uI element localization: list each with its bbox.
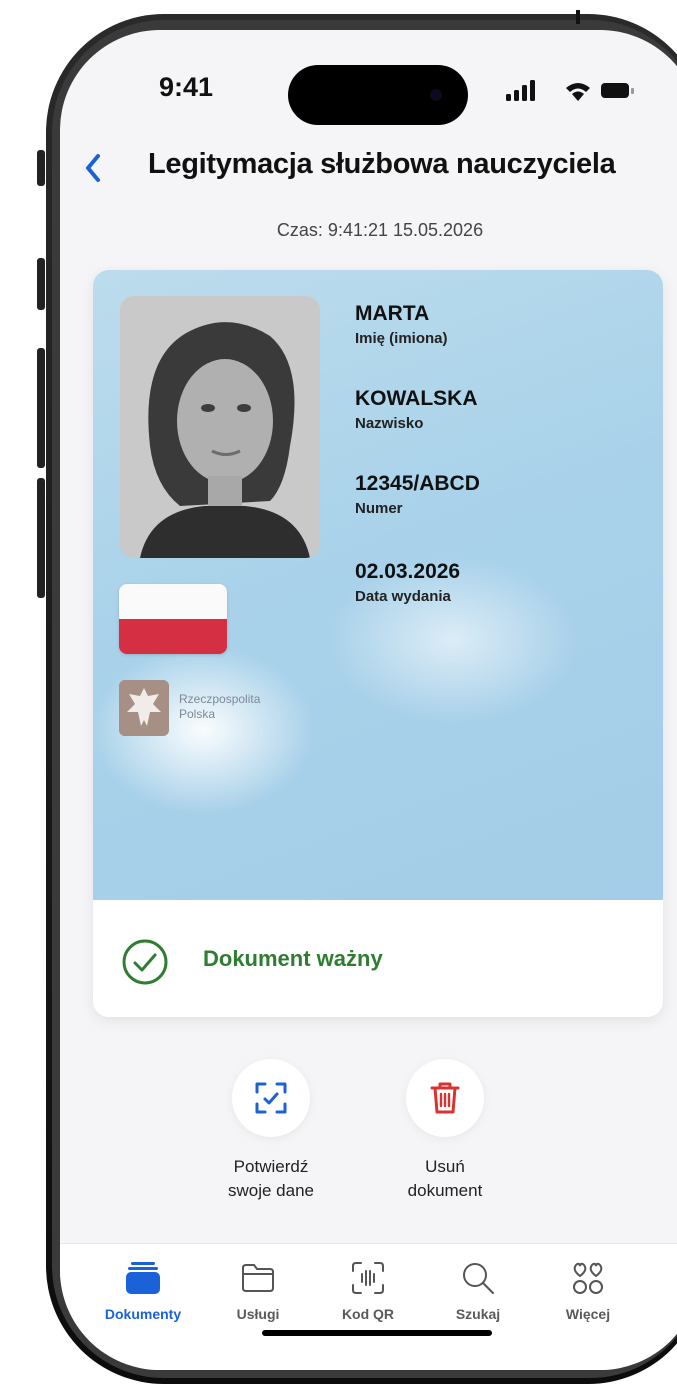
check-circle-icon — [122, 939, 168, 985]
id-card[interactable]: Rzeczpospolita Polska MARTA Imię (imiona… — [93, 270, 663, 1017]
first-name-label: Imię (imiona) — [355, 330, 448, 347]
delete-document-circle[interactable] — [406, 1059, 484, 1137]
page-title: Legitymacja służbowa nauczyciela — [148, 148, 616, 180]
trash-icon — [430, 1082, 460, 1114]
delete-document-label-2: dokument — [407, 1181, 483, 1200]
number-value: 12345/ABCD — [355, 472, 480, 495]
field-number: 12345/ABCD Numer — [355, 472, 480, 517]
home-indicator[interactable] — [262, 1330, 492, 1336]
tab-bar: Dokumenty Usługi Kod QR Szukaj Więcej — [60, 1243, 677, 1370]
phone-screen: 9:41 Legitymacja służbowa nauczyciela Cz… — [60, 30, 677, 1370]
delete-document-label-1: Usuń — [425, 1157, 465, 1176]
tab-uslugi-label: Usługi — [236, 1306, 280, 1322]
holder-photo — [120, 296, 320, 558]
folder-icon — [242, 1264, 274, 1292]
number-label: Numer — [355, 500, 403, 517]
emblem-line-2: Polska — [179, 707, 216, 721]
status-time: 9:41 — [159, 72, 214, 102]
tab-szukaj[interactable]: Szukaj — [423, 1258, 533, 1322]
qr-scan-icon — [352, 1262, 384, 1294]
signal-icon — [506, 80, 535, 101]
tab-dokumenty-label: Dokumenty — [104, 1306, 182, 1322]
more-grid-icon — [573, 1262, 603, 1294]
mute-switch — [37, 150, 45, 186]
first-name-value: MARTA — [355, 302, 430, 325]
back-chevron-icon[interactable] — [80, 150, 106, 186]
portrait-image — [120, 296, 320, 558]
confirm-data-label-1: Potwierdź — [233, 1157, 309, 1176]
tab-dokumenty[interactable]: Dokumenty — [88, 1258, 198, 1322]
volume-up-button — [37, 258, 45, 310]
confirm-data-label-2: swoje dane — [227, 1181, 314, 1200]
search-icon — [463, 1263, 494, 1294]
issue-date-value: 02.03.2026 — [355, 560, 461, 583]
polish-flag — [119, 584, 227, 654]
issue-date-label: Data wydania — [355, 588, 451, 605]
antenna-line — [576, 10, 580, 24]
dynamic-island — [288, 65, 468, 125]
validity-status: Dokument ważny — [93, 900, 663, 1017]
status-icons — [506, 80, 634, 101]
surname-value: KOWALSKA — [355, 387, 478, 410]
emblem-caption: Rzeczpospolita Polska — [179, 692, 260, 722]
emblem-line-1: Rzeczpospolita — [179, 692, 261, 706]
confirm-data-button[interactable]: Potwierdź swoje dane — [191, 1059, 351, 1203]
eagle-emblem-icon — [119, 680, 169, 736]
wallet-icon — [126, 1262, 160, 1294]
surname-label: Nazwisko — [355, 415, 424, 432]
timestamp: Czas: 9:41:21 15.05.2026 — [276, 220, 484, 240]
field-first-name: MARTA Imię (imiona) — [355, 302, 448, 347]
delete-document-button[interactable]: Usuń dokument — [365, 1059, 525, 1203]
scan-check-icon — [255, 1082, 287, 1114]
camera-dot — [430, 89, 442, 101]
volume-down-button — [37, 478, 45, 598]
field-issue-date: 02.03.2026 Data wydania — [355, 560, 460, 605]
battery-icon — [601, 83, 634, 98]
field-surname: KOWALSKA Nazwisko — [355, 387, 478, 432]
volume-up-button-long — [37, 348, 45, 468]
validity-text: Dokument ważny — [203, 946, 383, 971]
tab-wiecej[interactable]: Więcej — [533, 1258, 643, 1322]
wifi-icon — [566, 83, 590, 101]
tab-kod-qr-label: Kod QR — [341, 1306, 395, 1322]
tab-kod-qr[interactable]: Kod QR — [313, 1258, 423, 1322]
tab-wiecej-label: Więcej — [565, 1306, 611, 1322]
tab-szukaj-label: Szukaj — [455, 1306, 501, 1322]
confirm-data-circle[interactable] — [232, 1059, 310, 1137]
tab-uslugi[interactable]: Usługi — [203, 1258, 313, 1322]
